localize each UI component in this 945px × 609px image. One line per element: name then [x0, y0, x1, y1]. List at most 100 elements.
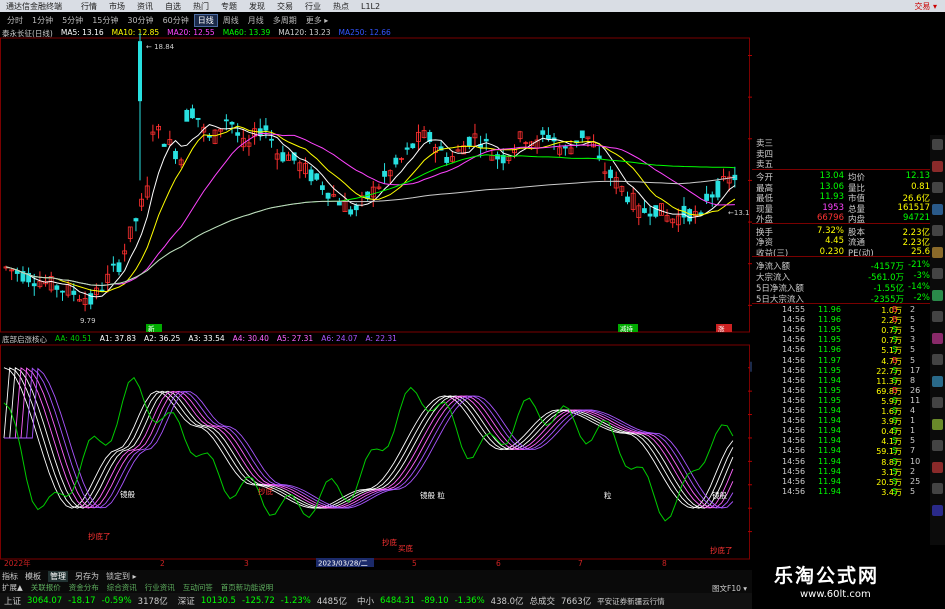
period-button[interactable]: 更多 ▸	[303, 15, 332, 26]
menu-item[interactable]: 热点	[327, 1, 355, 12]
period-button[interactable]: 15分钟	[89, 15, 121, 26]
order-book-row: 卖五	[754, 158, 944, 170]
candle-body	[116, 262, 122, 273]
tick-time: 14:56	[782, 365, 806, 375]
period-button[interactable]: 周线	[220, 15, 242, 26]
period-button[interactable]: 30分钟	[124, 15, 156, 26]
bottom-tab[interactable]: 锁定到 ▸	[106, 571, 137, 582]
candle-body	[308, 169, 314, 182]
index-change: -125.72	[241, 596, 275, 606]
x-axis-label: 6	[496, 559, 501, 567]
tick-count: 5	[910, 436, 916, 446]
trend-icon[interactable]	[932, 354, 943, 365]
menu-item[interactable]: 专题	[215, 1, 243, 12]
period-button[interactable]: 60分钟	[160, 15, 192, 26]
tick-side: S	[892, 426, 898, 436]
note-icon[interactable]	[932, 440, 943, 451]
tick-side: S	[892, 365, 898, 375]
index-name[interactable]: 上证	[4, 595, 21, 607]
tick-count: 11	[910, 395, 921, 405]
period-button[interactable]: 分时	[4, 15, 26, 26]
settings-icon[interactable]	[932, 203, 943, 215]
flag-icon[interactable]	[932, 483, 943, 494]
tick-count: 8	[910, 375, 916, 385]
list-icon[interactable]	[932, 225, 943, 236]
money-icon[interactable]	[932, 246, 943, 258]
menu-item[interactable]: 行业	[299, 1, 327, 12]
quote-value: 66796	[816, 213, 844, 223]
search-icon[interactable]	[932, 418, 943, 430]
candle-body	[280, 152, 286, 162]
tick-row: 14:56 11.94 1.6万 S 4	[782, 406, 942, 416]
star-icon[interactable]	[932, 332, 943, 344]
home-icon[interactable]	[932, 504, 943, 516]
x-axis-label: 2022年	[4, 558, 31, 567]
quote-value: 12.13	[905, 171, 930, 181]
chart-area[interactable]: 泰永长征(日线) MA5: 13.16 MA10: 12.85 MA20: 12.5…	[0, 27, 752, 567]
kline-chart[interactable]: 16.0015.0014.0013.0012.0011.0010.00← 18.…	[0, 27, 752, 567]
rsi-icon[interactable]	[932, 268, 943, 279]
bottom-tab[interactable]: 另存为	[75, 571, 99, 582]
chart-icon[interactable]	[932, 139, 943, 150]
tick-side: S	[892, 375, 898, 385]
index-pct: -1.36%	[454, 596, 485, 606]
tick-price: 11.94	[818, 375, 841, 385]
news-icon[interactable]	[932, 160, 943, 172]
bell-icon[interactable]	[932, 375, 943, 387]
candle-body	[336, 201, 342, 206]
menu-item[interactable]: 交易	[271, 1, 299, 12]
signal-label: 镜般 粒	[420, 490, 445, 500]
index-name[interactable]: 中小	[357, 595, 374, 607]
period-button[interactable]: 多周期	[270, 15, 300, 26]
sub-tab[interactable]: 综合资讯	[107, 582, 137, 593]
menu-item[interactable]: 发现	[243, 1, 271, 12]
ma-line	[5, 176, 735, 287]
sub-tab[interactable]: 关联报价	[31, 582, 61, 593]
tick-count: 10	[910, 456, 921, 466]
sub-tab[interactable]: 资金分布	[69, 582, 99, 593]
sub-tab[interactable]: 行业资讯	[145, 582, 175, 593]
menu-item[interactable]: 资讯	[131, 1, 159, 12]
flow-pct: -21%	[908, 260, 930, 270]
index-value: 10130.5	[200, 596, 236, 606]
candle-body	[71, 290, 77, 295]
indicator-value: A2: 36.25	[144, 334, 181, 343]
quote-row: 净资 4.45 流通 2.23亿	[754, 236, 944, 248]
menu-item[interactable]: 自选	[159, 1, 187, 12]
calendar-icon[interactable]	[932, 397, 943, 408]
bottom-tab[interactable]: 指标	[2, 571, 18, 582]
info-icon[interactable]	[932, 182, 943, 193]
tick-time: 14:56	[782, 375, 806, 385]
user-icon[interactable]	[932, 461, 943, 473]
alert-icon[interactable]	[932, 289, 943, 301]
menu-item[interactable]: 市场	[103, 1, 131, 12]
period-button[interactable]: 月线	[245, 15, 267, 26]
menu-level-label[interactable]: L1L2	[361, 2, 380, 11]
tick-time: 14:56	[782, 416, 806, 426]
event-marker-label: 减持	[620, 324, 634, 333]
tick-price: 11.97	[818, 355, 841, 365]
tick-price: 11.94	[818, 476, 841, 486]
f10-link[interactable]: 图文F10 ▾	[712, 583, 747, 594]
tick-row: 14:56 11.94 11.3万 S 8	[782, 376, 942, 386]
period-button[interactable]: 日线	[193, 13, 218, 27]
candle-body	[546, 134, 551, 140]
menu-item[interactable]: 行情	[75, 1, 103, 12]
watermark-title: 乐淘公式网	[774, 565, 880, 587]
trade-link[interactable]: 交易 ▾	[914, 1, 937, 12]
candle-body	[173, 150, 178, 160]
bottom-tab[interactable]: 管理	[48, 570, 68, 582]
index-name[interactable]: 深证	[178, 595, 195, 607]
period-button[interactable]: 5分钟	[59, 15, 86, 26]
sub-tab[interactable]: 扩展▲	[2, 582, 23, 593]
indicator-value: A1: 37.83	[99, 334, 137, 343]
menu-item[interactable]: 热门	[187, 1, 215, 12]
tool-icon[interactable]	[932, 311, 943, 322]
sub-tab[interactable]: 互动问答	[183, 582, 213, 593]
tick-list[interactable]: 14:55 11.96 1.0万 B 2 14:56 11.96 2.2万 B 5 14:56 11.…	[752, 303, 932, 545]
bottom-tab[interactable]: 模板	[25, 571, 41, 582]
sub-tab[interactable]: 首页新功能说明	[221, 582, 274, 593]
period-button[interactable]: 1分钟	[29, 15, 56, 26]
candle-body	[653, 205, 659, 217]
ma-line	[5, 154, 735, 287]
